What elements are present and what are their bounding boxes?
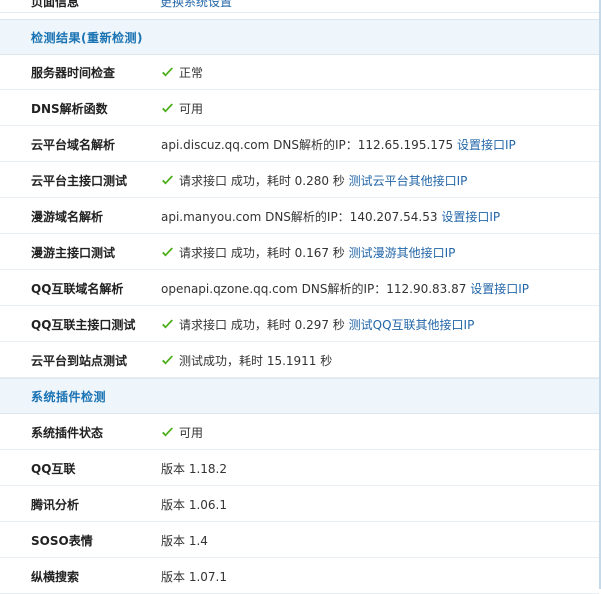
table-row: QQ互联 版本 1.18.2 (0, 450, 599, 486)
row-value-text: api.manyou.com DNS解析的IP：140.207.54.53 (161, 210, 438, 224)
row-value-text: 可用 (179, 102, 204, 116)
check-icon (162, 67, 173, 77)
row-label: 漫游主接口测试 (31, 246, 116, 260)
row-value-text: 请求接口 成功，耗时 0.167 秒 (179, 246, 345, 260)
row-value: 版本 1.18.2 (161, 460, 227, 477)
row-label: DNS解析函数 (31, 102, 108, 116)
section-plugin-check: 系统插件检测 (0, 378, 599, 414)
check-icon (162, 427, 173, 437)
section-title: 系统插件检测 (31, 390, 107, 404)
row-label: 漫游域名解析 (31, 210, 104, 224)
check-icon (162, 355, 173, 365)
row-action-link[interactable]: 设置接口IP (470, 282, 529, 296)
table-row: 服务器时间检查 正常 (0, 54, 599, 90)
row-value: api.discuz.qq.com DNS解析的IP：112.65.195.17… (161, 136, 516, 153)
table-row: QQ互联域名解析 openapi.qzone.qq.com DNS解析的IP：11… (0, 270, 599, 306)
row-value-text: 版本 1.07.1 (161, 570, 227, 584)
section-check-results: 检测结果(重新检测) (0, 19, 599, 55)
row-label: QQ互联域名解析 (31, 282, 124, 296)
row-value-text: openapi.qzone.qq.com DNS解析的IP：112.90.83.… (161, 282, 467, 296)
check-icon (162, 175, 173, 185)
row-value: 正常 (161, 64, 203, 81)
row-value-text: 正常 (179, 66, 204, 80)
table-row: QQ互联主接口测试 请求接口 成功，耗时 0.297 秒 测试QQ互联其他接口IP (0, 306, 599, 342)
table-row: SOSO表情 版本 1.4 (0, 522, 599, 558)
check-icon (162, 247, 173, 257)
partial-row-link[interactable]: 更换系统设置 (160, 0, 232, 10)
row-value: 可用 (161, 424, 203, 441)
row-value-text: api.discuz.qq.com DNS解析的IP：112.65.195.17… (161, 138, 454, 152)
row-value: 版本 1.4 (161, 532, 208, 549)
row-value: 版本 1.06.1 (161, 496, 227, 513)
row-label: 云平台到站点测试 (31, 354, 128, 368)
table-row: DNS解析函数 可用 (0, 90, 599, 126)
row-value: 测试成功，耗时 15.1911 秒 (161, 352, 332, 369)
row-action-link[interactable]: 测试漫游其他接口IP (349, 246, 456, 260)
table-row: 系统插件状态 可用 (0, 414, 599, 450)
row-action-link[interactable]: 设置接口IP (457, 138, 516, 152)
row-label: 云平台域名解析 (31, 138, 116, 152)
table-row: 云平台域名解析 api.discuz.qq.com DNS解析的IP：112.65… (0, 126, 599, 162)
table-row: 腾讯分析 版本 1.06.1 (0, 486, 599, 522)
row-label: 服务器时间检查 (31, 66, 116, 80)
row-value: 请求接口 成功，耗时 0.297 秒 测试QQ互联其他接口IP (161, 316, 474, 333)
row-value-text: 版本 1.18.2 (161, 462, 227, 476)
row-value: 请求接口 成功，耗时 0.280 秒 测试云平台其他接口IP (161, 172, 467, 189)
row-label: 腾讯分析 (31, 498, 80, 512)
table-row: 云平台到站点测试 测试成功，耗时 15.1911 秒 (0, 342, 599, 378)
row-label: SOSO表情 (31, 534, 93, 548)
row-label: 云平台主接口测试 (31, 174, 128, 188)
table-row: 云平台主接口测试 请求接口 成功，耗时 0.280 秒 测试云平台其他接口IP (0, 162, 599, 198)
row-value: 版本 1.07.1 (161, 568, 227, 585)
row-value-text: 版本 1.4 (161, 534, 208, 548)
row-label: QQ互联主接口测试 (31, 318, 136, 332)
row-label: QQ互联 (31, 462, 76, 476)
diagnostics-panel: 页面信息 更换系统设置 检测结果(重新检测) 服务器时间检查 正常 DNS解析函数可… (0, 0, 601, 594)
row-value: openapi.qzone.qq.com DNS解析的IP：112.90.83.… (161, 280, 529, 297)
row-value-text: 可用 (179, 426, 204, 440)
row-value-text: 请求接口 成功，耗时 0.280 秒 (179, 174, 345, 188)
row-value-text: 请求接口 成功，耗时 0.297 秒 (179, 318, 345, 332)
check-icon (162, 103, 173, 113)
table-row: 漫游域名解析 api.manyou.com DNS解析的IP：140.207.54… (0, 198, 599, 234)
row-action-link[interactable]: 设置接口IP (441, 210, 500, 224)
row-value: api.manyou.com DNS解析的IP：140.207.54.53 设置… (161, 208, 500, 225)
row-value: 请求接口 成功，耗时 0.167 秒 测试漫游其他接口IP (161, 244, 455, 261)
table-row: 漫游主接口测试 请求接口 成功，耗时 0.167 秒 测试漫游其他接口IP (0, 234, 599, 270)
row-label: 系统插件状态 (31, 426, 104, 440)
row-value-text: 测试成功，耗时 15.1911 秒 (179, 354, 333, 368)
previous-row-partial: 页面信息 更换系统设置 (0, 0, 599, 13)
row-action-link[interactable]: 测试QQ互联其他接口IP (349, 318, 475, 332)
row-action-link[interactable]: 测试云平台其他接口IP (349, 174, 468, 188)
row-value: 可用 (161, 100, 203, 117)
section-title[interactable]: 检测结果(重新检测) (31, 29, 143, 46)
partial-row-label: 页面信息 (31, 0, 80, 9)
row-value-text: 版本 1.06.1 (161, 498, 227, 512)
check-icon (162, 319, 173, 329)
row-label: 纵横搜索 (31, 570, 80, 584)
